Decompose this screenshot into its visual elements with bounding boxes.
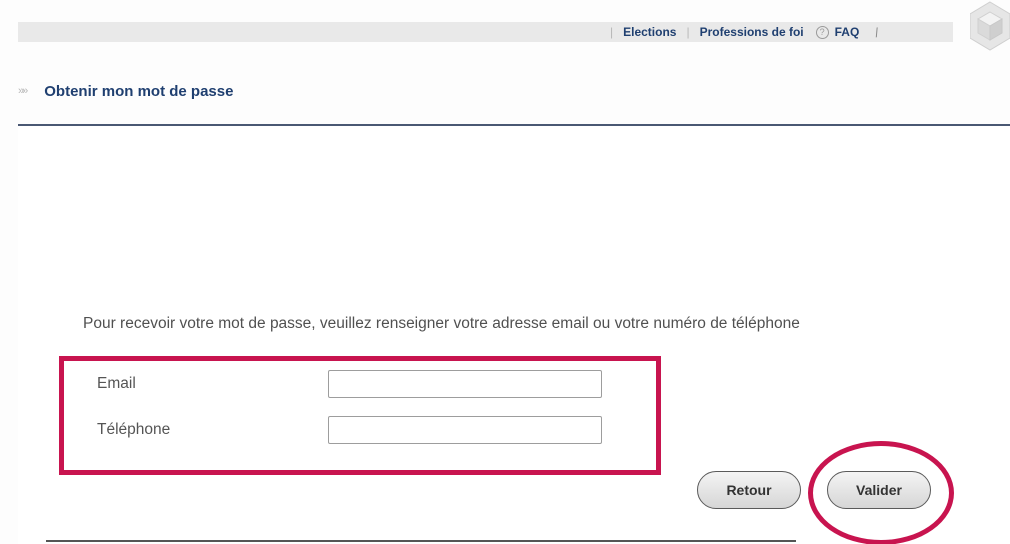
phone-field[interactable] [328, 416, 602, 444]
nav-separator: | [686, 25, 690, 39]
double-chevron-icon: »» [18, 85, 28, 97]
top-navigation: | Elections | Professions de foi ? FAQ / [600, 22, 880, 42]
nav-separator: | [610, 25, 614, 39]
email-field[interactable] [328, 370, 602, 398]
section-header: »» Obtenir mon mot de passe [18, 80, 233, 102]
back-button[interactable]: Retour [697, 471, 801, 509]
instruction-text: Pour recevoir votre mot de passe, veuill… [83, 315, 800, 332]
help-circle-icon: ? [815, 25, 829, 39]
email-label: Email [97, 375, 136, 392]
footer-divider [46, 540, 796, 542]
page: | Elections | Professions de foi ? FAQ /… [0, 0, 1010, 544]
email-row: Email [97, 370, 602, 398]
nav-link-faq[interactable]: FAQ [835, 25, 860, 39]
nav-link-professions-de-foi[interactable]: Professions de foi [700, 25, 804, 39]
cube-logo-icon [970, 1, 1010, 51]
phone-row: Téléphone [97, 416, 602, 444]
nav-link-elections[interactable]: Elections [623, 25, 676, 39]
submit-button[interactable]: Valider [827, 471, 931, 509]
phone-label: Téléphone [97, 421, 171, 438]
page-title: Obtenir mon mot de passe [44, 82, 234, 100]
